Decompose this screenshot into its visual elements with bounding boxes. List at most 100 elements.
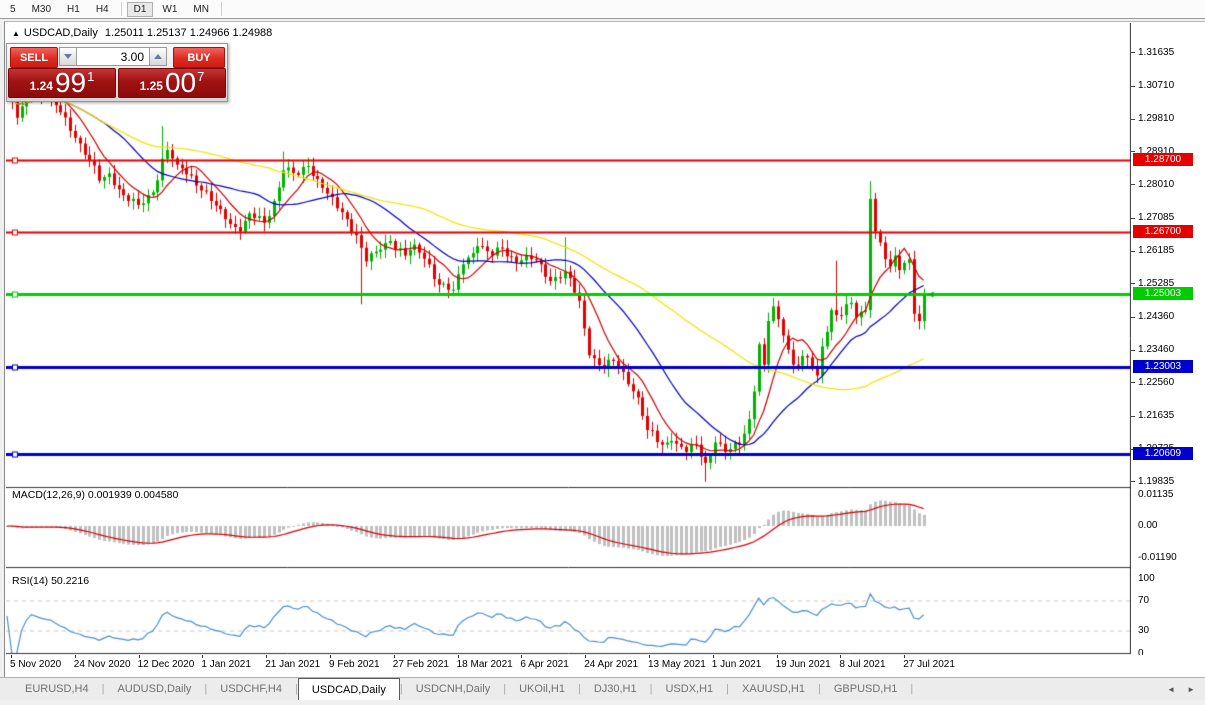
buy-price-main: 00 xyxy=(165,70,196,96)
date-tick-mark xyxy=(139,655,140,658)
price-tick-label: 1.24360 xyxy=(1138,311,1174,322)
price-tick-mark xyxy=(1131,184,1135,185)
chart-ohlc-values: 1.25011 1.25137 1.24966 1.24988 xyxy=(105,27,272,39)
one-click-trade-panel: SELL BUY 1.24 99 1 1.25 00 7 xyxy=(6,43,228,102)
price-tick-mark xyxy=(1131,283,1135,284)
sell-price-pip: 1 xyxy=(87,69,94,84)
level-price-badge: 1.23003 xyxy=(1133,360,1193,373)
date-tick-mark xyxy=(904,655,905,658)
chart-tab-usdchf[interactable]: USDCHF,H4 xyxy=(207,678,295,700)
buy-price-pip: 7 xyxy=(197,69,204,84)
level-price-badge: 1.25003 xyxy=(1133,287,1193,300)
price-tick-mark xyxy=(1131,119,1135,120)
chart-tab-xauusd[interactable]: XAUUSD,H1 xyxy=(729,678,818,700)
date-tick-label: 24 Nov 2020 xyxy=(74,659,131,670)
chart-tab-usdx[interactable]: USDX,H1 xyxy=(652,678,726,700)
date-tick-mark xyxy=(713,655,714,658)
date-tick-label: 27 Feb 2021 xyxy=(393,659,449,670)
chart-tab-ukoil[interactable]: UKOil,H1 xyxy=(506,678,578,700)
tab-scroll-arrows: ◄► xyxy=(1167,678,1195,701)
price-tick-mark xyxy=(1131,52,1135,53)
rsi-tick-label: 100 xyxy=(1138,573,1155,584)
level-price-badge: 1.20609 xyxy=(1133,447,1193,460)
toolbar-separator xyxy=(121,2,122,16)
tab-scroll-right-icon[interactable]: ► xyxy=(1187,685,1195,694)
macd-tick-label: -0.01190 xyxy=(1138,552,1177,563)
price-tick-mark xyxy=(1131,481,1135,482)
price-tick-label: 1.27085 xyxy=(1138,212,1174,223)
price-axis[interactable]: 1.316351.307101.298101.289101.280101.270… xyxy=(1131,23,1205,655)
date-tick-label: 19 Jun 2021 xyxy=(776,659,831,670)
sell-price-main: 99 xyxy=(55,70,86,96)
price-tick-mark xyxy=(1131,86,1135,87)
price-tick-label: 1.30710 xyxy=(1138,80,1174,91)
date-tick-mark xyxy=(394,655,395,658)
chart-tab-usdcnh[interactable]: USDCNH,Daily xyxy=(403,678,504,700)
date-tick-label: 21 Jan 2021 xyxy=(265,659,320,670)
date-tick-label: 27 Jul 2021 xyxy=(903,659,955,670)
date-tick-label: 13 May 2021 xyxy=(648,659,706,670)
price-tick-label: 1.19835 xyxy=(1138,476,1174,487)
price-tick-mark xyxy=(1131,382,1135,383)
level-price-badge: 1.26700 xyxy=(1133,225,1193,238)
date-axis[interactable]: 5 Nov 202024 Nov 202012 Dec 20201 Jan 20… xyxy=(6,655,1204,676)
price-tick-mark xyxy=(1131,218,1135,219)
date-tick-mark xyxy=(202,655,203,658)
date-tick-mark xyxy=(11,655,12,658)
chart-symbol-label: USDCAD,Daily xyxy=(24,27,98,39)
date-tick-mark xyxy=(75,655,76,658)
price-tick-label: 1.26185 xyxy=(1138,245,1174,256)
tab-scroll-left-icon[interactable]: ◄ xyxy=(1167,685,1175,694)
date-tick-label: 24 Apr 2021 xyxy=(584,659,638,670)
chart-window: ▲ USDCAD,Daily 1.25011 1.25137 1.24966 1.2… xyxy=(4,21,1205,677)
price-tick-label: 1.29810 xyxy=(1138,113,1174,124)
volume-decrease-button[interactable] xyxy=(59,47,77,66)
date-tick-mark xyxy=(521,655,522,658)
chart-tab-dj30[interactable]: DJ30,H1 xyxy=(581,678,650,700)
timeframe-button-5[interactable]: 5 xyxy=(3,2,23,17)
date-tick-label: 12 Dec 2020 xyxy=(138,659,195,670)
volume-input[interactable] xyxy=(76,47,150,66)
volume-increase-button[interactable] xyxy=(149,47,167,66)
timeframe-button-h4[interactable]: H4 xyxy=(89,2,116,17)
chart-tab-audusd[interactable]: AUDUSD,Daily xyxy=(104,678,204,700)
tab-separator: | xyxy=(910,678,913,700)
level-price-badge: 1.28700 xyxy=(1133,153,1193,166)
status-strip xyxy=(0,700,1205,705)
price-tick-label: 1.23460 xyxy=(1138,344,1174,355)
sell-button[interactable]: SELL xyxy=(10,47,58,68)
date-tick-label: 1 Jun 2021 xyxy=(712,659,762,670)
timeframe-button-mn[interactable]: MN xyxy=(186,2,216,17)
collapse-triangle-icon[interactable]: ▲ xyxy=(12,29,20,38)
sell-price-quote[interactable]: 1.24 99 1 xyxy=(8,68,116,98)
toolbar-separator xyxy=(221,2,222,16)
date-tick-mark xyxy=(458,655,459,658)
date-tick-mark xyxy=(266,655,267,658)
price-tick-mark xyxy=(1131,350,1135,351)
timeframe-button-w1[interactable]: W1 xyxy=(155,2,184,17)
date-tick-label: 8 Jul 2021 xyxy=(839,659,885,670)
buy-button[interactable]: BUY xyxy=(173,47,225,68)
chart-tab-usdcad[interactable]: USDCAD,Daily xyxy=(298,678,400,700)
buy-price-quote[interactable]: 1.25 00 7 xyxy=(118,68,226,98)
chart-tab-gbpusd[interactable]: GBPUSD,H1 xyxy=(821,678,911,700)
price-tick-label: 1.21635 xyxy=(1138,410,1174,421)
price-tick-mark xyxy=(1131,416,1135,417)
rsi-indicator-label: RSI(14) 50.2216 xyxy=(12,575,89,587)
timeframe-button-d1[interactable]: D1 xyxy=(127,2,154,17)
timeframe-toolbar: 5M30H1H4 D1W1MN xyxy=(0,0,1205,19)
rsi-tick-label: 70 xyxy=(1138,595,1149,606)
date-tick-label: 6 Apr 2021 xyxy=(520,659,568,670)
date-tick-label: 9 Feb 2021 xyxy=(329,659,380,670)
date-tick-mark xyxy=(777,655,778,658)
timeframe-button-h1[interactable]: H1 xyxy=(60,2,87,17)
timeframe-button-m30[interactable]: M30 xyxy=(25,2,58,17)
date-tick-mark xyxy=(649,655,650,658)
date-tick-mark xyxy=(585,655,586,658)
macd-tick-label: 0.01135 xyxy=(1138,489,1173,500)
price-chart-canvas[interactable] xyxy=(6,23,1131,655)
price-tick-label: 1.22560 xyxy=(1138,377,1174,388)
sell-price-prefix: 1.24 xyxy=(30,79,53,93)
chart-title: ▲ USDCAD,Daily 1.25011 1.25137 1.24966 1.2… xyxy=(12,27,272,39)
chart-tab-eurusd[interactable]: EURUSD,H4 xyxy=(12,678,102,700)
